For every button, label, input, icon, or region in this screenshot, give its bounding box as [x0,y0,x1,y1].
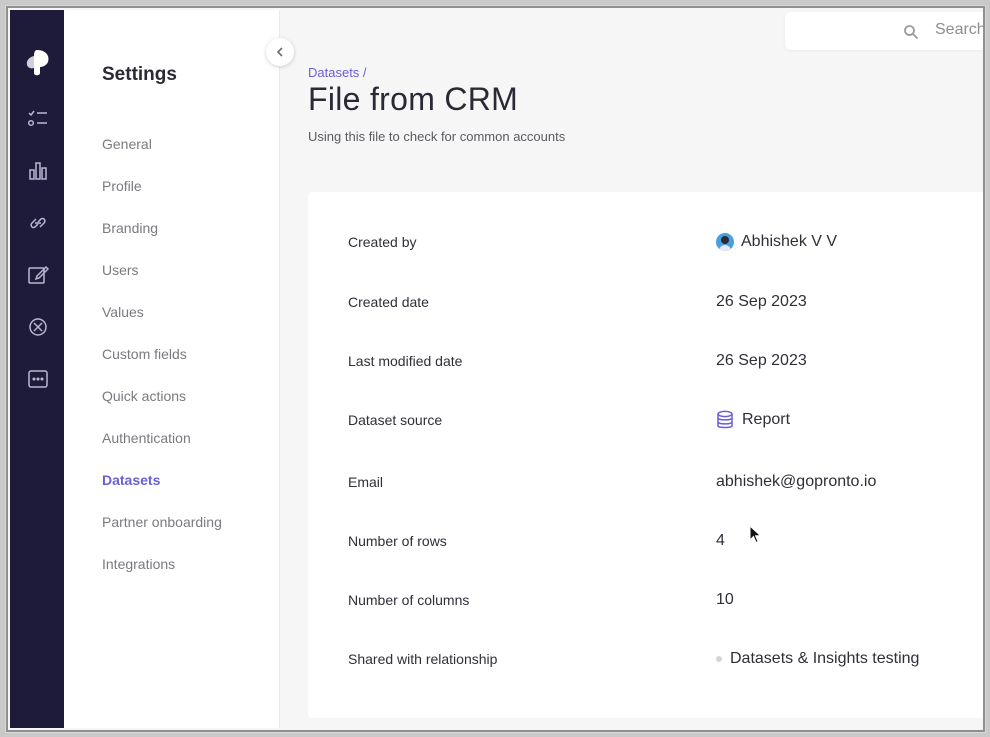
number-of-rows-value: 4 [716,532,725,549]
tasks-icon[interactable] [27,108,49,130]
number-of-columns-label: Number of columns [348,592,470,608]
chevron-left-icon [276,47,283,57]
shared-relationship-name[interactable]: Datasets & Insights testing [730,650,919,668]
search-input[interactable]: Search [935,21,983,39]
breadcrumb-datasets[interactable]: Datasets / [308,65,367,80]
app-window: Settings General Profile Branding Users … [6,6,985,732]
created-by-value: Abhishek V V [716,233,837,251]
dataset-source-value: Report [716,410,790,430]
avatar [716,233,734,251]
nav-custom-fields[interactable]: Custom fields [102,346,187,362]
nav-users[interactable]: Users [102,262,139,278]
dataset-details-card: Created by Abhishek V V Created date 26 … [308,192,983,718]
dataset-source-name[interactable]: Report [742,411,790,429]
number-of-rows-label: Number of rows [348,533,447,549]
shared-with-label: Shared with relationship [348,651,498,667]
nav-authentication[interactable]: Authentication [102,430,191,446]
nav-quick-actions[interactable]: Quick actions [102,388,186,404]
created-by-name: Abhishek V V [741,233,838,250]
shared-with-value: Datasets & Insights testing [716,650,919,668]
created-by-label: Created by [348,234,417,250]
nav-branding[interactable]: Branding [102,220,158,236]
email-label: Email [348,474,384,490]
dataset-source-label: Dataset source [348,412,443,428]
number-of-columns-value: 10 [716,591,734,608]
settings-title: Settings [102,64,177,85]
nav-partner-onboarding[interactable]: Partner onboarding [102,514,222,530]
page-subtitle: Using this file to check for common acco… [308,129,566,144]
collapse-sidebar-button[interactable] [266,38,294,66]
created-date-value: 26 Sep 2023 [716,293,807,310]
chart-icon[interactable] [27,160,49,182]
edit-icon[interactable] [27,264,49,286]
page-title: File from CRM [308,81,519,117]
nav-profile[interactable]: Profile [102,178,142,194]
settings-sidebar: Settings General Profile Branding Users … [64,10,280,728]
bullet-dot-icon [716,656,722,662]
mouse-cursor-icon [749,525,762,544]
last-modified-value: 26 Sep 2023 [716,352,807,369]
more-icon[interactable] [27,368,49,390]
nav-values[interactable]: Values [102,304,144,320]
search-bar[interactable]: Search [785,12,983,50]
logo-icon[interactable] [24,48,50,78]
ban-icon[interactable] [27,316,49,338]
nav-integrations[interactable]: Integrations [102,556,175,572]
nav-datasets[interactable]: Datasets [102,472,160,488]
nav-general[interactable]: General [102,136,152,152]
search-icon [904,25,919,40]
email-value: abhishek@gopronto.io [716,473,877,490]
last-modified-label: Last modified date [348,353,463,369]
link-icon[interactable] [27,212,49,234]
database-icon [717,410,733,429]
created-date-label: Created date [348,294,429,310]
icon-rail [10,10,64,728]
